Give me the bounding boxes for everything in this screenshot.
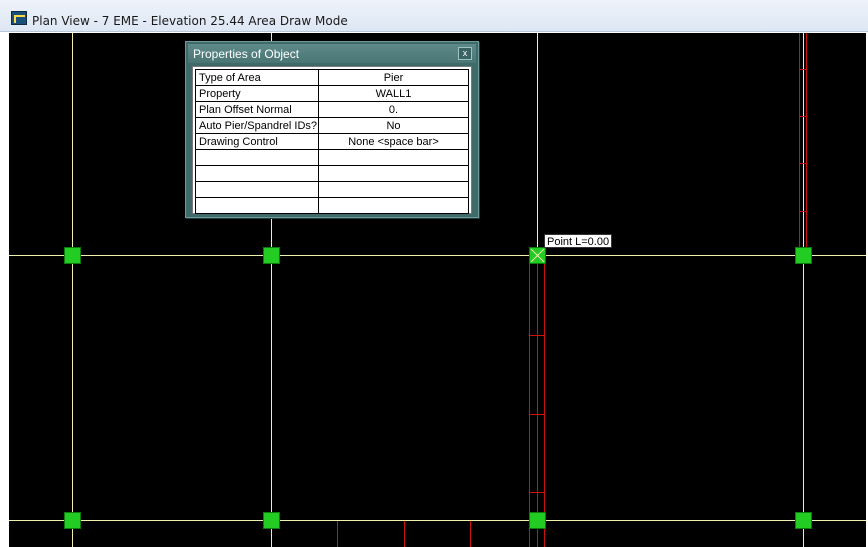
- wall-bottom-ticks: [337, 521, 471, 547]
- property-row[interactable]: Plan Offset Normal 0.: [195, 101, 469, 118]
- property-value: [318, 181, 469, 198]
- property-value-type-of-area[interactable]: Pier: [318, 69, 469, 86]
- property-row[interactable]: Drawing Control None <space bar>: [195, 133, 469, 150]
- property-value-auto-ids[interactable]: No: [318, 117, 469, 134]
- grid-node[interactable]: [263, 512, 280, 529]
- property-value: [318, 165, 469, 182]
- wall-middle[interactable]: [529, 255, 545, 547]
- property-value-property[interactable]: WALL1: [318, 85, 469, 102]
- property-row[interactable]: Auto Pier/Spandrel IDs? No: [195, 117, 469, 134]
- property-key: [195, 181, 319, 198]
- property-key: [195, 165, 319, 182]
- grid-node[interactable]: [64, 247, 81, 264]
- property-row[interactable]: Type of Area Pier: [195, 69, 469, 86]
- snap-point-tooltip: Point L=0.00: [544, 234, 613, 248]
- property-key: [195, 197, 319, 214]
- properties-grid[interactable]: Type of Area Pier Property WALL1 Plan Of…: [192, 66, 472, 214]
- property-value-drawing-control[interactable]: None <space bar>: [318, 133, 469, 150]
- grid-node[interactable]: [529, 512, 546, 529]
- property-value-plan-offset[interactable]: 0.: [318, 101, 469, 118]
- properties-dialog[interactable]: Properties of Object x Type of Area Pier…: [185, 41, 479, 218]
- window-title: Plan View - 7 EME - Elevation 25.44 Area…: [32, 14, 348, 28]
- property-row[interactable]: Property WALL1: [195, 85, 469, 102]
- property-row-empty: [195, 165, 469, 182]
- property-key: Property: [195, 85, 319, 102]
- grid-node[interactable]: [795, 512, 812, 529]
- dialog-title: Properties of Object: [193, 47, 300, 61]
- property-key: Auto Pier/Spandrel IDs?: [195, 117, 319, 134]
- property-row-empty: [195, 149, 469, 166]
- property-key: Drawing Control: [195, 133, 319, 150]
- close-button[interactable]: x: [458, 47, 472, 60]
- property-key: Plan Offset Normal: [195, 101, 319, 118]
- grid-node[interactable]: [795, 247, 812, 264]
- grid-node[interactable]: [64, 512, 81, 529]
- dialog-header[interactable]: Properties of Object x: [188, 44, 476, 63]
- properties-table: Type of Area Pier Property WALL1 Plan Of…: [195, 69, 469, 214]
- window-titlebar: Plan View - 7 EME - Elevation 25.44 Area…: [0, 0, 868, 32]
- property-value: [318, 149, 469, 166]
- property-value: [318, 197, 469, 214]
- grid-nodes[interactable]: [64, 247, 812, 529]
- grid-node[interactable]: [263, 247, 280, 264]
- property-key: [195, 149, 319, 166]
- property-key: Type of Area: [195, 69, 319, 86]
- app-icon: [11, 11, 27, 25]
- property-row-empty: [195, 181, 469, 198]
- property-row-empty: [195, 197, 469, 214]
